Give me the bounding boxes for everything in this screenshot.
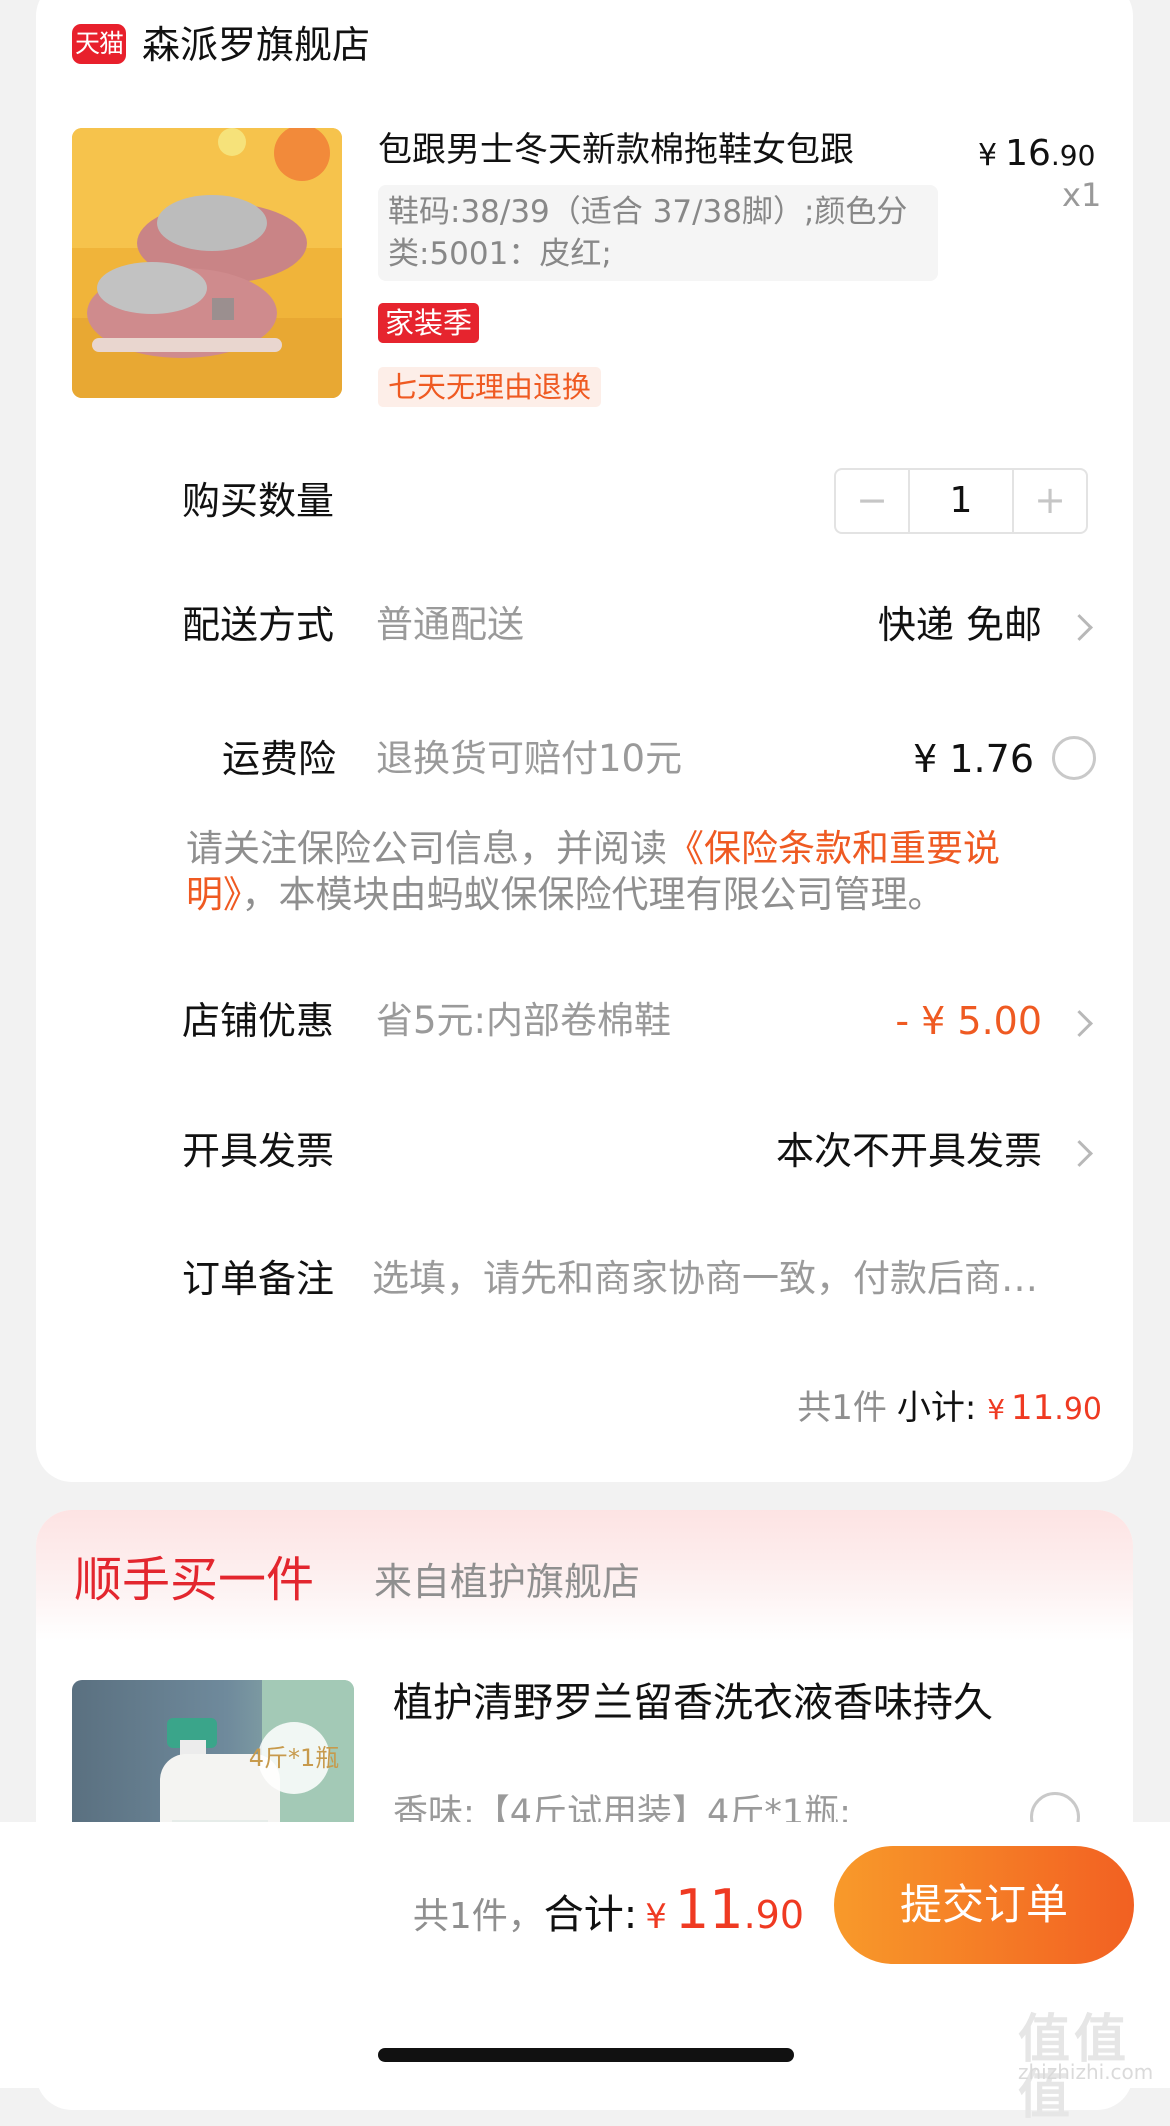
product-title[interactable]: 包跟男士冬天新款棉拖鞋女包跟 xyxy=(378,126,918,174)
invoice-value[interactable]: 本次不开具发票 xyxy=(776,1126,1042,1176)
store-discount-label: 店铺优惠 xyxy=(182,999,335,1043)
addon-thumb-badge: 4斤*1瓶 xyxy=(249,1744,340,1772)
remark-input[interactable]: 选填，请先和商家协商一致，付款后商… xyxy=(372,1254,1092,1304)
increment-button[interactable]: + xyxy=(1012,470,1086,532)
product-thumbnail[interactable] xyxy=(72,128,342,398)
product-price: ¥16.90 xyxy=(978,130,1095,180)
shop-name[interactable]: 森派罗旗舰店 xyxy=(142,20,370,70)
insurance-price: ¥ 1.76 xyxy=(913,737,1034,781)
shipping-type: 普通配送 xyxy=(376,603,524,646)
quantity-stepper: − 1 + xyxy=(834,468,1088,534)
total-amount: ¥11.90 xyxy=(637,1878,804,1941)
product-quantity: x1 xyxy=(1062,176,1102,214)
total-int: 11 xyxy=(674,1878,744,1941)
checkout-bar: 共1件，合计: ¥11.90 提交订单 值值值 zhizhizhi.com xyxy=(0,1822,1170,2124)
subtotal-dec: .90 xyxy=(1054,1392,1102,1427)
total-label: 合计: xyxy=(543,1892,638,1938)
slipper-image xyxy=(72,128,342,398)
return-policy-tag: 七天无理由退换 xyxy=(378,367,602,407)
subtotal-int: 11 xyxy=(1011,1388,1055,1428)
store-discount-amount[interactable]: - ¥ 5.00 xyxy=(895,996,1042,1046)
subtotal-count: 共1件 xyxy=(797,1388,887,1428)
submit-order-button[interactable]: 提交订单 xyxy=(834,1846,1134,1964)
watermark-site: zhizhizhi.com xyxy=(1018,2060,1154,2084)
price-int: 16 xyxy=(1005,133,1051,174)
product-spec[interactable]: 鞋码:38/39（适合 37/38脚）;颜色分类:5001：皮红; xyxy=(378,185,938,281)
price-dec: .90 xyxy=(1050,139,1096,172)
total-count: 共1件， xyxy=(412,1896,544,1937)
shipping-label: 配送方式 xyxy=(182,603,335,647)
tmall-logo: 天猫 xyxy=(72,24,126,64)
insurance-radio[interactable] xyxy=(1052,736,1096,780)
subtotal-label: 小计: xyxy=(896,1388,977,1428)
home-indicator[interactable] xyxy=(378,2048,794,2062)
promo-tag: 家装季 xyxy=(378,303,480,343)
subtotal: 共1件 小计: ¥11.90 xyxy=(797,1384,1102,1434)
addon-source: 来自植护旗舰店 xyxy=(374,1560,641,1604)
insurance-label: 运费险 xyxy=(222,737,337,781)
insurance-notice: 请关注保险公司信息，并阅读《保险条款和重要说明》，本模块由蚂蚁保保险代理有限公司… xyxy=(186,826,1086,918)
total-dec: .90 xyxy=(743,1893,804,1937)
store-discount-desc: 省5元:内部卷棉鞋 xyxy=(376,999,672,1042)
addon-product-title[interactable]: 植护清野罗兰留香洗衣液香味持久 xyxy=(393,1676,1013,1730)
addon-title: 顺手买一件 xyxy=(74,1552,315,1608)
quantity-label: 购买数量 xyxy=(182,479,335,523)
remark-label: 订单备注 xyxy=(182,1257,335,1301)
shipping-method[interactable]: 快递 免邮 xyxy=(878,600,1042,650)
notice-text-2: ，本模块由蚂蚁保保险代理有限公司管理。 xyxy=(241,873,945,916)
subtotal-amount: ¥11.90 xyxy=(987,1388,1102,1428)
total: 共1件，合计: ¥11.90 xyxy=(413,1878,804,1941)
price-currency: ¥ xyxy=(978,138,998,173)
insurance-desc: 退换货可赔付10元 xyxy=(376,737,683,780)
invoice-label: 开具发票 xyxy=(182,1129,335,1173)
notice-text: 请关注保险公司信息，并阅读 xyxy=(186,827,667,870)
subtotal-currency: ¥ xyxy=(987,1393,1006,1426)
decrement-button[interactable]: − xyxy=(836,470,910,532)
total-currency: ¥ xyxy=(645,1897,667,1937)
quantity-value[interactable]: 1 xyxy=(910,470,1012,532)
